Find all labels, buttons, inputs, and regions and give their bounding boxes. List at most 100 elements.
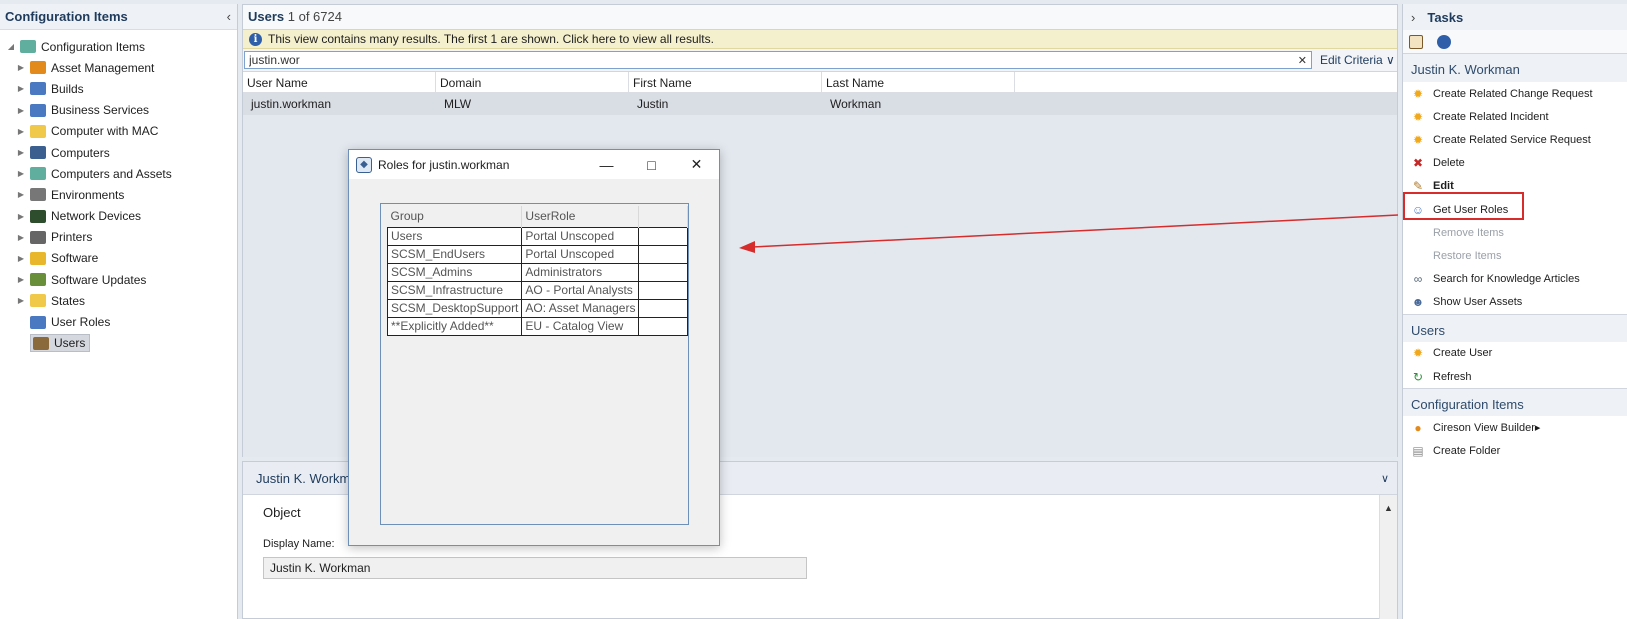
collapse-pane-icon[interactable]: ‹ [227, 9, 231, 24]
expand-arrow-icon[interactable]: ▶ [16, 127, 26, 136]
cell-first-name: Justin [637, 97, 669, 111]
maximize-icon[interactable]: □ [629, 157, 674, 173]
column-header-group[interactable]: Group [387, 206, 523, 227]
tree-item[interactable]: ▶ Asset Management [0, 57, 237, 78]
tree-item[interactable]: Users [0, 333, 237, 354]
table-row[interactable]: justin.workman MLW Justin Workman [243, 93, 1397, 115]
roles-dialog: ◆ Roles for justin.workman — □ ✕ Group U… [348, 149, 720, 546]
close-icon[interactable]: ✕ [674, 156, 719, 173]
expand-arrow-icon[interactable]: ▶ [16, 296, 26, 305]
column-header-user-role[interactable]: UserRole [521, 206, 640, 227]
dialog-titlebar[interactable]: ◆ Roles for justin.workman — □ ✕ [349, 150, 719, 179]
tree-item[interactable]: User Roles [0, 311, 237, 332]
cell-user-role: Administrators [521, 262, 640, 282]
asset-management-icon [30, 61, 46, 75]
task-item[interactable]: ● Cireson View Builder ▸ [1403, 416, 1627, 439]
column-header-empty [638, 206, 688, 227]
navigation-header: Configuration Items ‹ [0, 4, 237, 30]
expand-arrow-icon[interactable]: ▶ [16, 148, 26, 157]
task-item: Restore Items [1403, 244, 1627, 267]
column-header-first-name[interactable]: First Name [629, 72, 822, 92]
task-item[interactable]: ✹ Create Related Incident [1403, 105, 1627, 128]
tree-item[interactable]: ▶ Computers and Assets [0, 163, 237, 184]
tree-item[interactable]: ▶ Network Devices [0, 206, 237, 227]
cell-user-role: Portal Unscoped [521, 226, 640, 246]
expand-arrow-icon[interactable]: ▶ [16, 169, 26, 178]
edit-criteria-button[interactable]: Edit Criteria ∨ [1320, 53, 1395, 67]
clipboard-icon[interactable] [1409, 34, 1423, 49]
blank-icon [1411, 226, 1425, 240]
expand-arrow-icon[interactable]: ▶ [16, 275, 26, 284]
display-name-field[interactable]: Justin K. Workman [263, 557, 807, 579]
edit-criteria-label: Edit Criteria [1320, 53, 1383, 67]
cell-last-name: Workman [830, 97, 882, 111]
task-label: Refresh [1433, 370, 1472, 383]
search-input[interactable] [249, 53, 1289, 67]
results-info-bar[interactable]: i This view contains many results. The f… [243, 29, 1397, 49]
table-row[interactable]: Users Portal Unscoped [386, 226, 688, 246]
detail-scrollbar[interactable]: ▲ [1379, 495, 1397, 619]
cell-group: **Explicitly Added** [386, 316, 523, 336]
users-icon [33, 336, 49, 350]
tree-item-label: Software Updates [51, 272, 147, 287]
table-row[interactable]: SCSM_Infrastructure AO - Portal Analysts [386, 280, 688, 300]
task-item[interactable]: ↻ Refresh [1403, 365, 1627, 388]
help-icon[interactable] [1437, 34, 1451, 49]
tree-item[interactable]: ▶ Business Services [0, 100, 237, 121]
task-item[interactable]: ▤ Create Folder [1403, 439, 1627, 462]
view-title: Users [248, 9, 285, 24]
tree-root-configuration-items[interactable]: ◢ Configuration Items [0, 36, 237, 57]
task-item[interactable]: ☻ Show User Assets [1403, 291, 1627, 314]
folder-icon: ▤ [1412, 444, 1424, 459]
expand-arrow-icon[interactable]: ▶ [16, 63, 26, 72]
column-header-domain[interactable]: Domain [436, 72, 629, 92]
cell-group: Users [386, 226, 523, 246]
tree-item-label: Network Devices [51, 209, 142, 224]
task-item[interactable]: ✹ Create Related Change Request [1403, 82, 1627, 105]
ci-task-list: ● Cireson View Builder ▸ ▤ Create Folder [1403, 416, 1627, 462]
expand-arrow-icon[interactable]: ▶ [16, 190, 26, 199]
table-row[interactable]: **Explicitly Added** EU - Catalog View [386, 316, 688, 336]
column-header-last-name[interactable]: Last Name [822, 72, 1015, 92]
tree-item[interactable]: ▶ Environments [0, 184, 237, 205]
clear-search-icon[interactable]: ✕ [1298, 54, 1307, 67]
configuration-items-tree: ◢ Configuration Items ▶ Asset Management ▶… [0, 30, 237, 354]
table-row[interactable]: SCSM_EndUsers Portal Unscoped [386, 244, 688, 264]
task-label: Show User Assets [1433, 296, 1523, 309]
minimize-icon[interactable]: — [584, 157, 629, 173]
column-header-user-name[interactable]: User Name [243, 72, 436, 92]
tree-item[interactable]: ▶ Builds [0, 78, 237, 99]
task-item[interactable]: ✹ Create Related Service Request [1403, 128, 1627, 151]
task-item[interactable]: ✹ Create User [1403, 342, 1627, 365]
table-row[interactable]: SCSM_Admins Administrators [386, 262, 688, 282]
chevron-right-icon[interactable]: › [1411, 10, 1415, 25]
tree-item[interactable]: ▶ Computers [0, 142, 237, 163]
tree-item[interactable]: ▶ Printers [0, 227, 237, 248]
expand-arrow-icon[interactable]: ▶ [16, 106, 26, 115]
task-label: Create User [1433, 347, 1493, 360]
task-item[interactable]: ∞ Search for Knowledge Articles [1403, 268, 1627, 291]
expand-arrow-icon[interactable]: ▶ [16, 84, 26, 93]
tree-item[interactable]: ▶ Computer with MAC [0, 121, 237, 142]
chevron-down-icon[interactable]: ∨ [1381, 472, 1389, 485]
results-info-text[interactable]: This view contains many results. The fir… [268, 32, 714, 46]
business-services-icon [30, 103, 46, 117]
task-item[interactable]: ✖ Delete [1403, 152, 1627, 175]
task-label: Create Folder [1433, 445, 1501, 458]
tree-item[interactable]: ▶ Software Updates [0, 269, 237, 290]
tree-item[interactable]: ▶ States [0, 290, 237, 311]
tree-item-label: User Roles [51, 315, 111, 330]
task-label: Create Related Service Request [1433, 133, 1591, 146]
expand-arrow-icon[interactable]: ▶ [16, 212, 26, 221]
scroll-up-icon[interactable]: ▲ [1380, 503, 1397, 513]
task-label: Cireson View Builder [1433, 421, 1535, 434]
selected-tree-item[interactable]: Users [30, 334, 91, 353]
expanded-arrow-icon[interactable]: ◢ [6, 42, 16, 51]
tree-item-label: Computer with MAC [51, 124, 159, 139]
expand-arrow-icon[interactable]: ▶ [16, 233, 26, 242]
user-icon: ☻ [1411, 295, 1425, 310]
tree-item[interactable]: ▶ Software [0, 248, 237, 269]
expand-arrow-icon[interactable]: ▶ [16, 254, 26, 263]
table-row[interactable]: SCSM_DesktopSupport AO: Asset Managers [386, 298, 688, 318]
section-title-configuration-items: Configuration Items [1403, 388, 1627, 417]
